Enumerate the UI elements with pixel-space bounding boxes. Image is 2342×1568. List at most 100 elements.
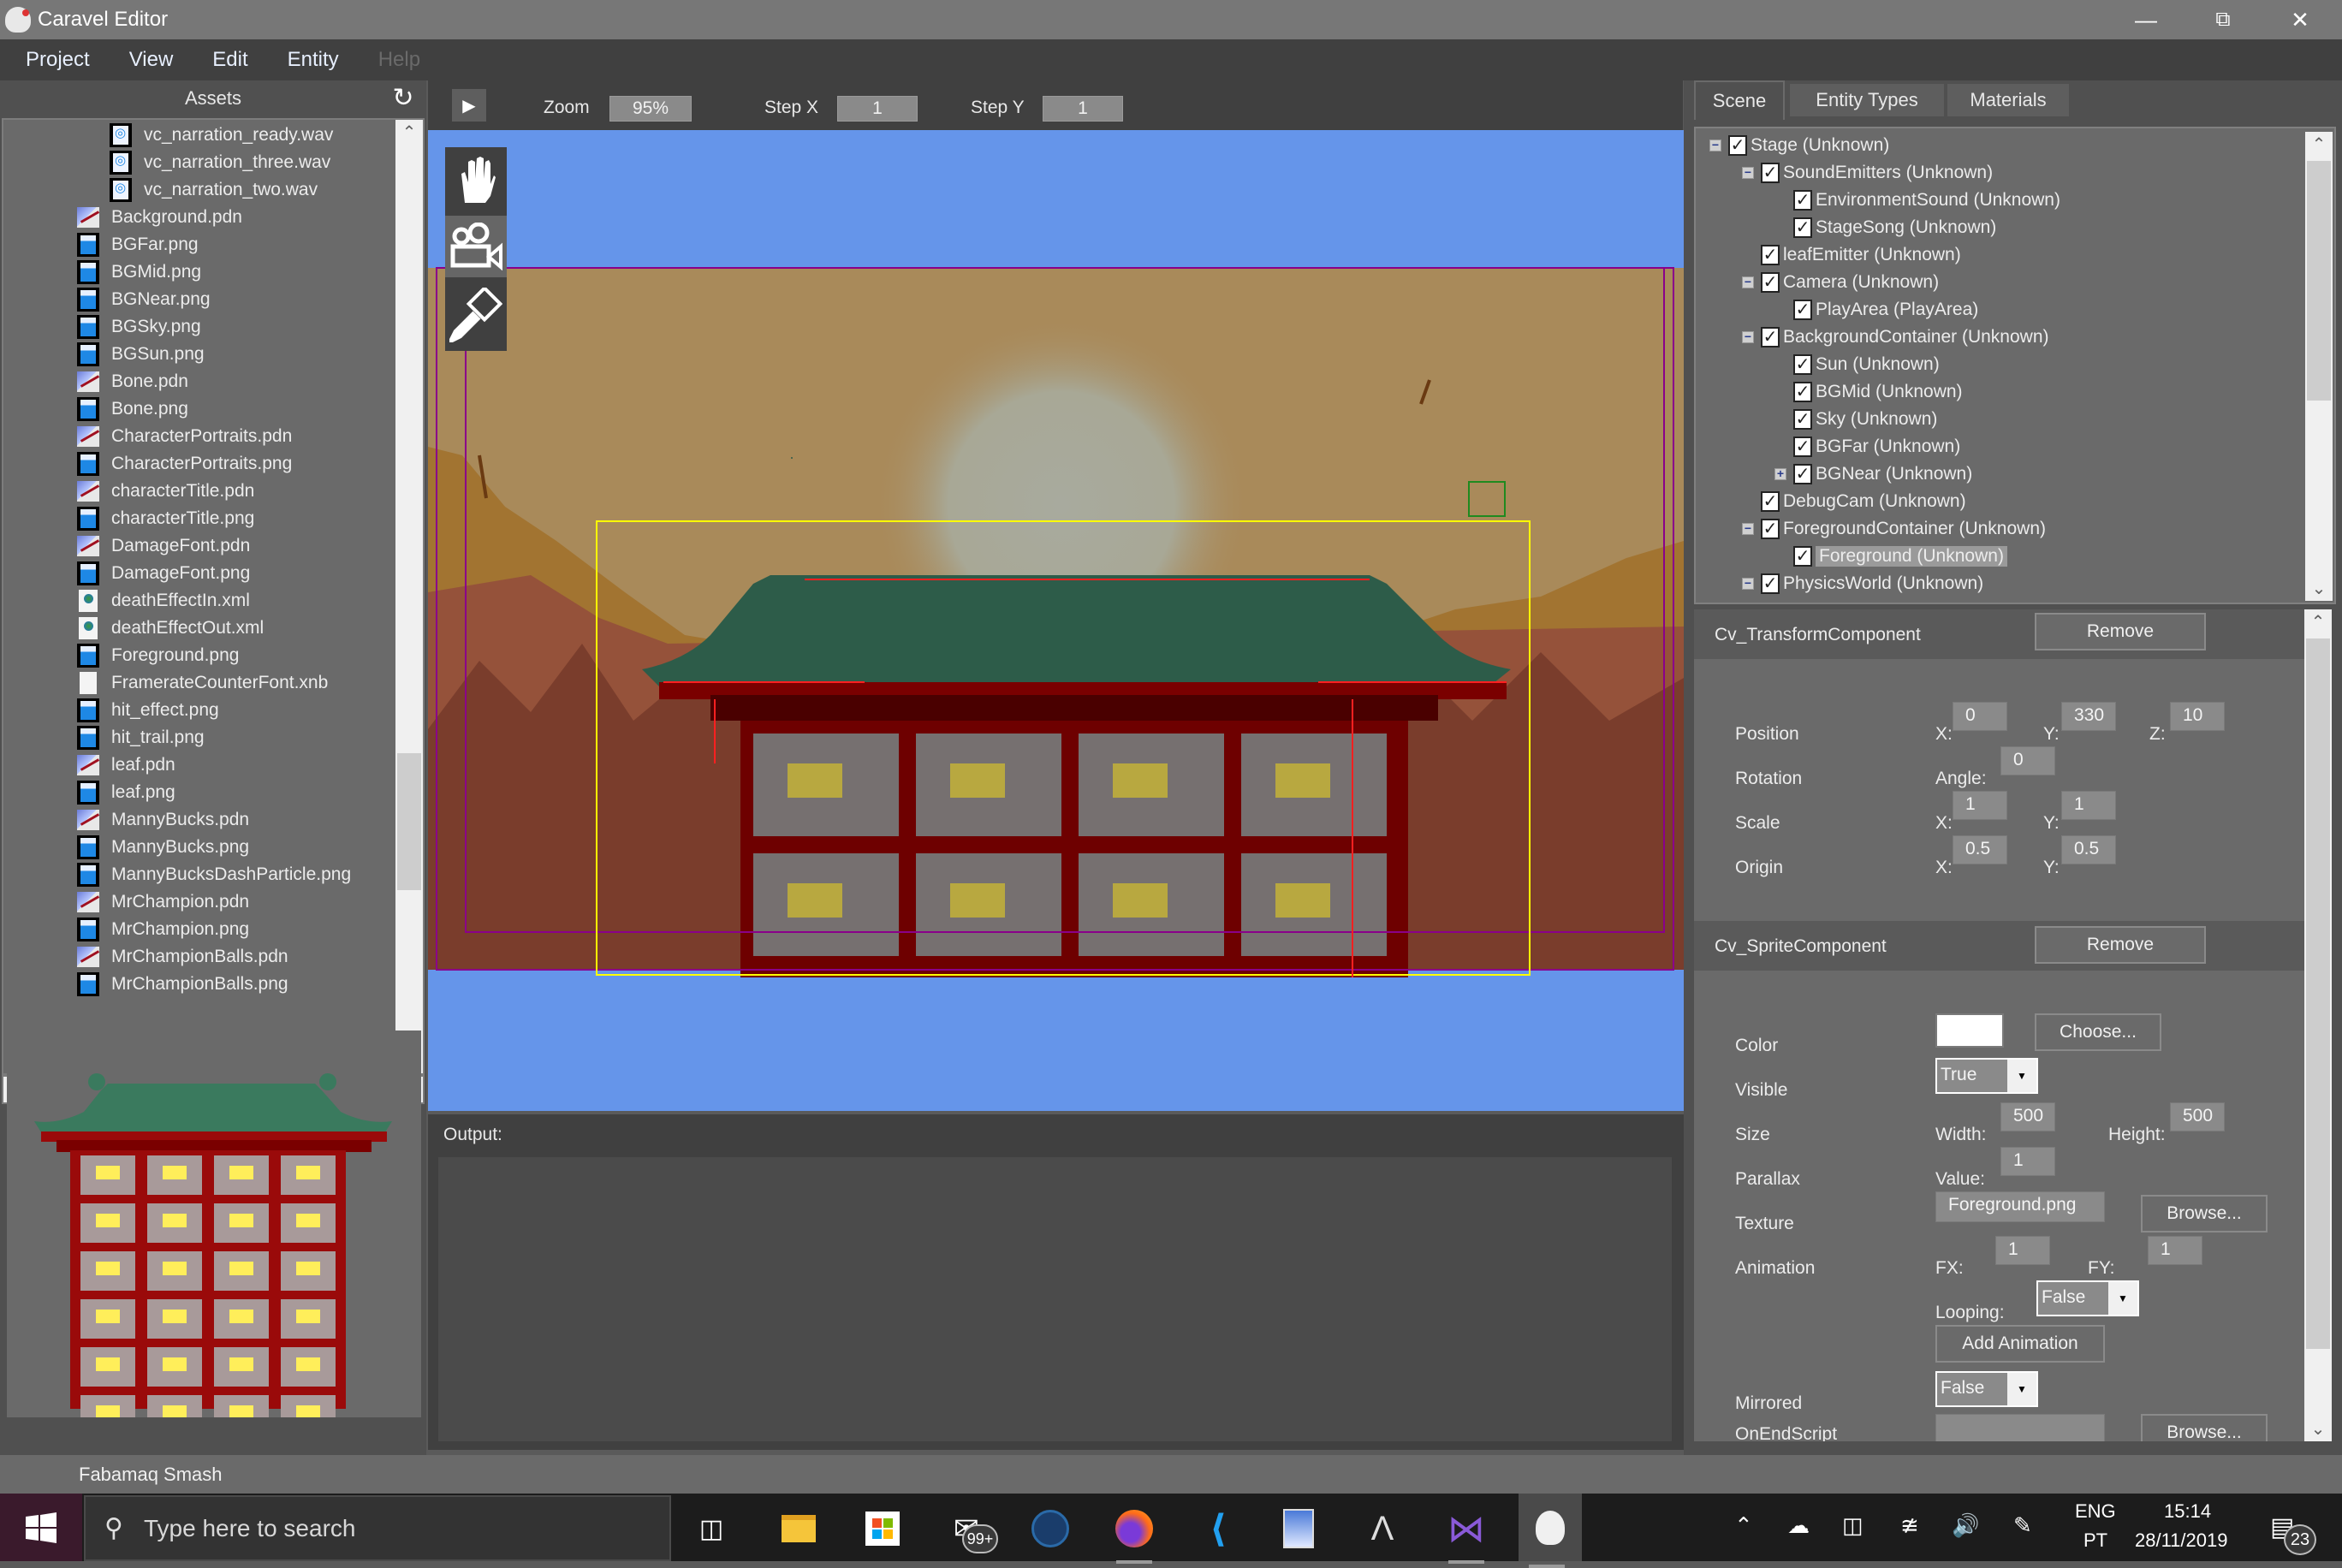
menu-view[interactable]: View (129, 48, 174, 72)
clock-date[interactable]: 28/11/2019 (2135, 1529, 2227, 1552)
tab-scene[interactable]: Scene (1694, 80, 1785, 120)
scroll-down-arrow[interactable]: ⌄ (2305, 578, 2333, 599)
visibility-checkbox[interactable]: ✓ (1793, 437, 1812, 457)
asset-item[interactable]: characterTitle.pdn (77, 478, 254, 505)
visibility-checkbox[interactable]: ✓ (1728, 135, 1747, 156)
play-button[interactable]: ▶ (452, 89, 486, 122)
scene-tree-item[interactable]: ✓ Foreground (Unknown) (1793, 543, 2007, 570)
scene-viewport[interactable] (428, 130, 1684, 1111)
scene-tree-item[interactable]: ✓ StageSong (Unknown) (1793, 214, 1996, 241)
hand-tool-button[interactable] (445, 147, 507, 214)
asset-item[interactable]: vc_narration_ready.wav (110, 122, 333, 149)
minimize-button[interactable]: — (2107, 0, 2184, 39)
expand-icon[interactable]: + (1774, 467, 1786, 480)
visual-studio-button[interactable]: ⋈ (1438, 1500, 1495, 1564)
show-hidden-icons-button[interactable]: ⌃ (1734, 1512, 1753, 1539)
mail-button[interactable]: ✉99+ (938, 1500, 998, 1557)
keyboard-layout-indicator[interactable]: PT (2083, 1529, 2107, 1552)
properties-vertical-scrollbar[interactable]: ⌃ ⌄ (2304, 609, 2332, 1441)
zoom-input[interactable]: 95% (609, 96, 692, 122)
visibility-checkbox[interactable]: ✓ (1793, 190, 1812, 211)
asset-item[interactable]: Foreground.png (77, 642, 239, 669)
firefox-button[interactable] (1106, 1500, 1162, 1564)
asset-item[interactable]: MrChampion.pdn (77, 888, 249, 916)
scene-tree-item[interactable]: ✓ BGFar (Unknown) (1793, 433, 1960, 460)
visibility-checkbox[interactable]: ✓ (1761, 491, 1780, 512)
asset-item[interactable]: MannyBucksDashParticle.png (77, 861, 351, 888)
choose-color-button[interactable]: Choose... (2035, 1013, 2161, 1051)
onedrive-sync-icon[interactable]: ☁ (1787, 1512, 1810, 1539)
scene-tree-item[interactable]: ✓ BGMid (Unknown) (1793, 378, 1963, 406)
pen-icon[interactable]: ✎ (2013, 1512, 2032, 1539)
visibility-checkbox[interactable]: ✓ (1793, 354, 1812, 375)
close-button[interactable]: ✕ (2262, 0, 2339, 39)
asset-item[interactable]: BGMid.png (77, 258, 201, 286)
asset-item[interactable]: vc_narration_two.wav (110, 176, 318, 204)
visibility-checkbox[interactable]: ✓ (1761, 573, 1780, 594)
asset-item[interactable]: DamageFont.png (77, 560, 250, 587)
scene-tree-item[interactable]: ✓ leafEmitter (Unknown) (1761, 241, 1961, 269)
asset-item[interactable]: vc_narration_three.wav (110, 149, 330, 176)
texture-input[interactable]: Foreground.png (1935, 1191, 2105, 1222)
visibility-checkbox[interactable]: ✓ (1761, 245, 1780, 265)
volume-icon[interactable]: 🔊 (1952, 1512, 1979, 1539)
scene-tree-item[interactable]: ✓ PlayArea (PlayArea) (1793, 296, 1978, 324)
scene-tree-item[interactable]: − ✓ PhysicsWorld (Unknown) (1742, 570, 1983, 597)
asset-item[interactable]: deathEffectOut.xml (77, 615, 264, 642)
asset-item[interactable]: MrChampionBalls.png (77, 971, 288, 998)
collapse-icon[interactable]: − (1742, 330, 1754, 343)
height-input[interactable]: 500 (2170, 1102, 2225, 1131)
asset-item[interactable]: Bone.png (77, 395, 188, 423)
position-y-input[interactable]: 330 (2061, 702, 2116, 731)
asset-item[interactable]: MrChampion.png (77, 916, 249, 943)
language-indicator[interactable]: ENG (2075, 1500, 2116, 1523)
scene-tree-item[interactable]: − ✓ Stage (Unknown) (1709, 132, 1889, 159)
asset-item[interactable]: BGFar.png (77, 231, 199, 258)
clock-time[interactable]: 15:14 (2164, 1500, 2211, 1523)
scene-tree[interactable]: − ✓ Stage (Unknown) − ✓ SoundEmitters (Unknow… (1694, 127, 2336, 604)
visible-select[interactable]: True ▼ (1935, 1058, 2038, 1094)
asset-item[interactable]: BGSun.png (77, 341, 205, 368)
asset-vertical-scrollbar[interactable]: ⌃ ⌄ (395, 120, 423, 1073)
scroll-down-arrow[interactable]: ⌄ (2304, 1418, 2332, 1440)
browse-texture-button[interactable]: Browse... (2141, 1195, 2268, 1232)
asset-item[interactable]: FramerateCounterFont.xnb (77, 669, 328, 697)
paint-tool-button[interactable] (445, 281, 507, 349)
fx-input[interactable]: 1 (1995, 1236, 2050, 1265)
scale-y-input[interactable]: 1 (2061, 791, 2116, 820)
asset-item[interactable]: Background.pdn (77, 204, 242, 231)
asset-item[interactable]: leaf.png (77, 779, 175, 806)
visibility-checkbox[interactable]: ✓ (1793, 300, 1812, 320)
scroll-up-arrow[interactable]: ⌃ (395, 122, 423, 143)
visibility-checkbox[interactable]: ✓ (1793, 382, 1812, 402)
add-animation-button[interactable]: Add Animation (1935, 1325, 2105, 1363)
browse-script-button[interactable]: Browse... (2141, 1414, 2268, 1441)
refresh-icon[interactable]: ↻ (390, 86, 416, 111)
caravel-editor-taskbar-button[interactable] (1519, 1494, 1582, 1568)
visibility-checkbox[interactable]: ✓ (1793, 217, 1812, 238)
color-swatch[interactable] (1935, 1013, 2004, 1048)
visibility-checkbox[interactable]: ✓ (1793, 464, 1812, 484)
scroll-up-arrow[interactable]: ⌃ (2305, 134, 2333, 155)
scroll-thumb[interactable] (397, 753, 421, 890)
vscode-button[interactable]: ⟨ (1190, 1500, 1246, 1557)
asset-tree[interactable]: vc_narration_ready.wav vc_narration_three… (2, 118, 425, 1075)
taskbar-search[interactable]: ⚲ Type here to search (84, 1495, 671, 1561)
tab-materials[interactable]: Materials (1947, 84, 2069, 116)
visibility-checkbox[interactable]: ✓ (1761, 519, 1780, 539)
collapse-icon[interactable]: − (1742, 577, 1754, 590)
visibility-checkbox[interactable]: ✓ (1761, 327, 1780, 347)
paint-net-button[interactable] (1270, 1500, 1327, 1557)
collapse-icon[interactable]: − (1742, 166, 1754, 179)
scroll-up-arrow[interactable]: ⌃ (2304, 611, 2332, 633)
menu-entity[interactable]: Entity (288, 48, 339, 72)
scale-x-input[interactable]: 1 (1953, 791, 2007, 820)
scene-tree-item[interactable]: + ✓ BGNear (Unknown) (1774, 460, 1972, 488)
looping-select[interactable]: False ▼ (2036, 1280, 2139, 1316)
width-input[interactable]: 500 (2000, 1102, 2055, 1131)
wifi-icon[interactable]: ≇ (1900, 1512, 1919, 1539)
scene-tree-item[interactable]: ✓ Sky (Unknown) (1793, 406, 1937, 433)
step-x-input[interactable]: 1 (837, 96, 918, 122)
position-z-input[interactable]: 10 (2170, 702, 2225, 731)
collapse-icon[interactable]: − (1742, 276, 1754, 288)
